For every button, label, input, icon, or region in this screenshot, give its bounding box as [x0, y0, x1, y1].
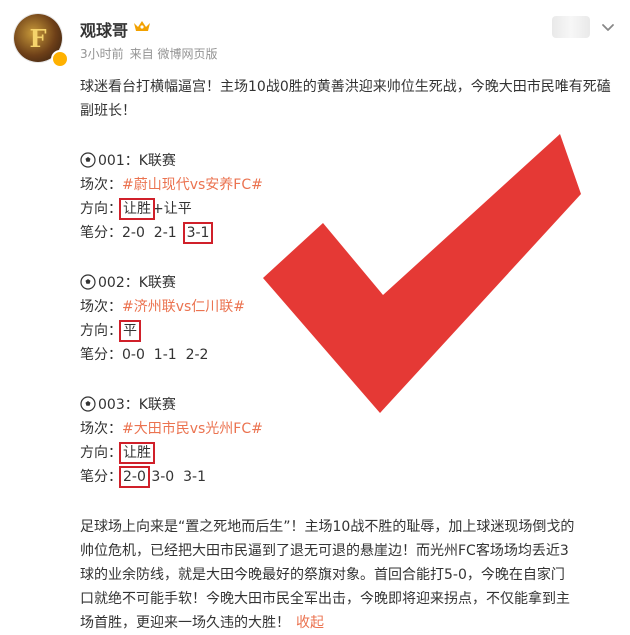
soccer-ball-icon: [80, 152, 96, 168]
match-block-2: 002：K联赛 场次：#济州联vs仁川联# 方向：平 笔分：0-0 1-1 2-…: [80, 271, 615, 367]
post-time[interactable]: 3小时前: [80, 45, 124, 62]
venue-hashtag[interactable]: #蔚山现代vs安养FC#: [122, 177, 263, 193]
post-meta: 3小时前 来自 微博网页版: [80, 45, 217, 62]
venue-label: 场次：: [80, 421, 122, 437]
direction-label: 方向：: [80, 201, 122, 217]
score-option: 2-0: [122, 225, 145, 241]
score-label: 笔分：: [80, 225, 122, 241]
direction-label: 方向：: [80, 323, 122, 339]
direction-value: 平: [119, 320, 141, 342]
post-body: 球迷看台打横幅逼宫！主场10战0胜的黄善洪迎来帅位生死战，今晚大田市民唯有死磕副…: [80, 75, 615, 635]
match-block-1: 001：K联赛 场次：#蔚山现代vs安养FC# 方向：让胜+让平 笔分：2-0 …: [80, 149, 615, 245]
outro-line: 口就绝不可能手软！今晚大田市民全军出击，今晚即将迎来拐点，不仅能拿到主: [80, 591, 570, 607]
score-option: 2-1: [153, 225, 177, 241]
chevron-down-icon[interactable]: [600, 19, 616, 35]
direction-extra: +让平: [152, 201, 192, 217]
score-option-highlighted: 3-1: [182, 222, 214, 244]
score-option-highlighted: 2-0: [119, 466, 150, 488]
outro-line: 球的业余防线，就是大田今晚最好的祭旗对象。首回合能打5-0，今晚在自家门: [80, 567, 565, 583]
post-source: 来自 微博网页版: [129, 47, 218, 61]
soccer-ball-icon: [80, 274, 96, 290]
score-label: 笔分：: [80, 347, 122, 363]
score-option: 1-1: [153, 347, 177, 363]
score-option: 3-0: [151, 469, 175, 485]
direction-value: 让胜: [119, 442, 155, 464]
venue-label: 场次：: [80, 299, 122, 315]
score-option: 2-2: [185, 347, 209, 363]
direction-value: 让胜: [119, 198, 155, 220]
intro-text: 球迷看台打横幅逼宫！主场10战0胜的黄善洪迎来帅位生死战，今晚大田市民唯有死磕副…: [80, 79, 611, 119]
collapse-link[interactable]: 收起: [296, 615, 324, 631]
crown-badge-icon: [134, 21, 150, 31]
score-label: 笔分：: [80, 469, 122, 485]
header-tools: [552, 16, 616, 38]
follow-button-blurred[interactable]: [552, 16, 590, 38]
match-header: 001：K联赛: [98, 153, 176, 169]
venue-label: 场次：: [80, 177, 122, 193]
soccer-ball-icon: [80, 396, 96, 412]
score-option: 0-0: [122, 347, 145, 363]
match-block-3: 003：K联赛 场次：#大田市民vs光州FC# 方向：让胜 笔分：2-0 3-0…: [80, 393, 615, 489]
venue-hashtag[interactable]: #大田市民vs光州FC#: [122, 421, 263, 437]
venue-hashtag[interactable]: #济州联vs仁川联#: [122, 299, 245, 315]
match-header: 002：K联赛: [98, 275, 176, 291]
direction-label: 方向：: [80, 445, 122, 461]
outro-line: 场首胜，更迎来一场久违的大胜！: [80, 615, 290, 631]
score-option: 3-1: [183, 469, 206, 485]
verified-badge-icon: [51, 50, 69, 68]
outro-line: 足球场上向来是“置之死地而后生”！主场10战不胜的耻辱，加上球迷现场倒戈的: [80, 519, 575, 535]
outro-text: 足球场上向来是“置之死地而后生”！主场10战不胜的耻辱，加上球迷现场倒戈的 帅位…: [80, 515, 615, 635]
outro-line: 帅位危机，已经把大田市民逼到了退无可退的悬崖边！而光州FC客场场均丢近3: [80, 543, 569, 559]
username[interactable]: 观球哥: [80, 17, 128, 41]
match-header: 003：K联赛: [98, 397, 176, 413]
